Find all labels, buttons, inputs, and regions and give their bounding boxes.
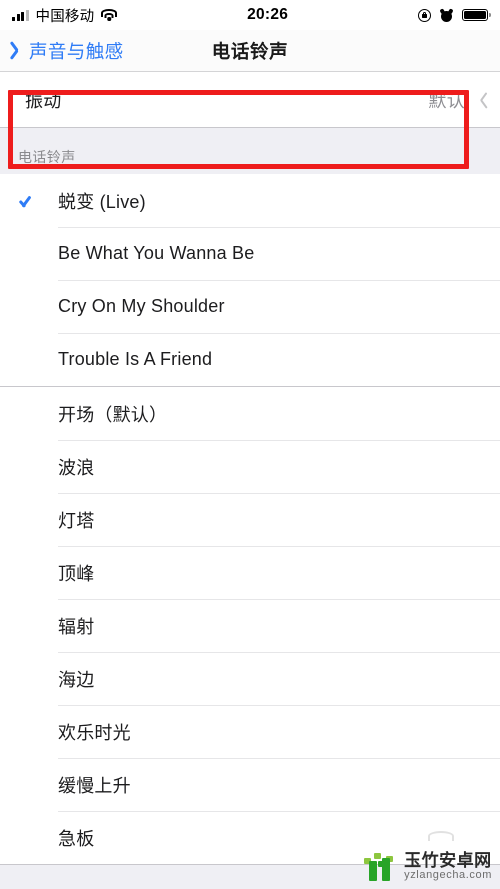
selected-check-slot	[0, 194, 58, 207]
list-item[interactable]: 欢乐时光	[0, 705, 500, 758]
status-bar: 中国移动 20:26	[0, 0, 500, 30]
ringtone-group-system: 开场（默认） 波浪 灯塔 顶峰 辐射 海边 欢乐时光 缓慢上升 急板	[0, 387, 500, 864]
ringtone-section-header: 电话铃声	[0, 128, 500, 174]
vibration-row-value: 默认	[428, 91, 465, 111]
ringtone-label: 灯塔	[58, 510, 95, 531]
status-bar-right	[418, 7, 491, 22]
back-button[interactable]: 声音与触感	[0, 38, 124, 64]
alarm-clock-icon	[439, 7, 454, 22]
ringtone-label: 开场（默认）	[58, 404, 168, 425]
ringtone-group-custom: 蜕变 (Live) Be What You Wanna Be Cry On My…	[0, 174, 500, 386]
carrier-label: 中国移动	[35, 8, 95, 25]
list-item[interactable]: 灯塔	[0, 493, 500, 546]
ringtone-list: 蜕变 (Live) Be What You Wanna Be Cry On My…	[0, 174, 500, 865]
ringtone-label: Be What You Wanna Be	[58, 243, 255, 263]
list-item[interactable]: 急板	[0, 811, 500, 864]
rotation-lock-icon	[418, 8, 431, 22]
ios-ringtone-settings-screen: 中国移动 20:26 声音与触感 电话铃声 振动 默认 电话铃声 蜕变 (Liv…	[0, 0, 500, 889]
list-item[interactable]: 缓慢上升	[0, 758, 500, 811]
ringtone-label: 急板	[58, 828, 95, 849]
signal-bars-icon	[12, 9, 29, 21]
ringtone-label: 蜕变 (Live)	[58, 191, 146, 212]
status-bar-center: 20:26	[117, 6, 418, 24]
ringtone-label: 辐射	[58, 616, 95, 637]
ringtone-label: 海边	[58, 669, 95, 690]
ringtone-label: 顶峰	[58, 563, 95, 584]
watermark-arc-decoration	[428, 831, 454, 841]
chevron-right-icon	[474, 90, 486, 110]
list-item[interactable]: 开场（默认）	[0, 387, 500, 440]
ringtone-label: Trouble Is A Friend	[58, 349, 213, 369]
status-bar-clock: 20:26	[247, 6, 289, 23]
status-bar-left: 中国移动	[12, 5, 118, 26]
list-item[interactable]: 海边	[0, 652, 500, 705]
ringtone-label: Cry On My Shoulder	[58, 296, 225, 316]
list-item[interactable]: Cry On My Shoulder	[0, 280, 500, 333]
list-item[interactable]: Trouble Is A Friend	[0, 333, 500, 386]
vibration-row-label: 振动	[25, 91, 62, 111]
list-item[interactable]: 顶峰	[0, 546, 500, 599]
list-item[interactable]: Be What You Wanna Be	[0, 227, 500, 280]
ringtone-label: 缓慢上升	[58, 775, 131, 796]
chevron-left-icon	[12, 40, 25, 62]
list-item[interactable]: 蜕变 (Live)	[0, 174, 500, 227]
back-button-label: 声音与触感	[29, 40, 124, 62]
settings-scroll-area[interactable]: 振动 默认 电话铃声 蜕变 (Live) Be What You Wanna B…	[0, 73, 500, 889]
list-item[interactable]: 波浪	[0, 440, 500, 493]
battery-full-icon	[462, 8, 491, 22]
ringtone-label: 波浪	[58, 457, 95, 478]
navigation-bar: 声音与触感 电话铃声	[0, 30, 500, 72]
checkmark-icon	[21, 194, 38, 207]
list-item[interactable]: 辐射	[0, 599, 500, 652]
wifi-icon	[101, 9, 118, 21]
ringtone-label: 欢乐时光	[58, 722, 131, 743]
vibration-row[interactable]: 振动 默认	[0, 73, 500, 127]
vibration-group: 振动 默认	[0, 73, 500, 128]
